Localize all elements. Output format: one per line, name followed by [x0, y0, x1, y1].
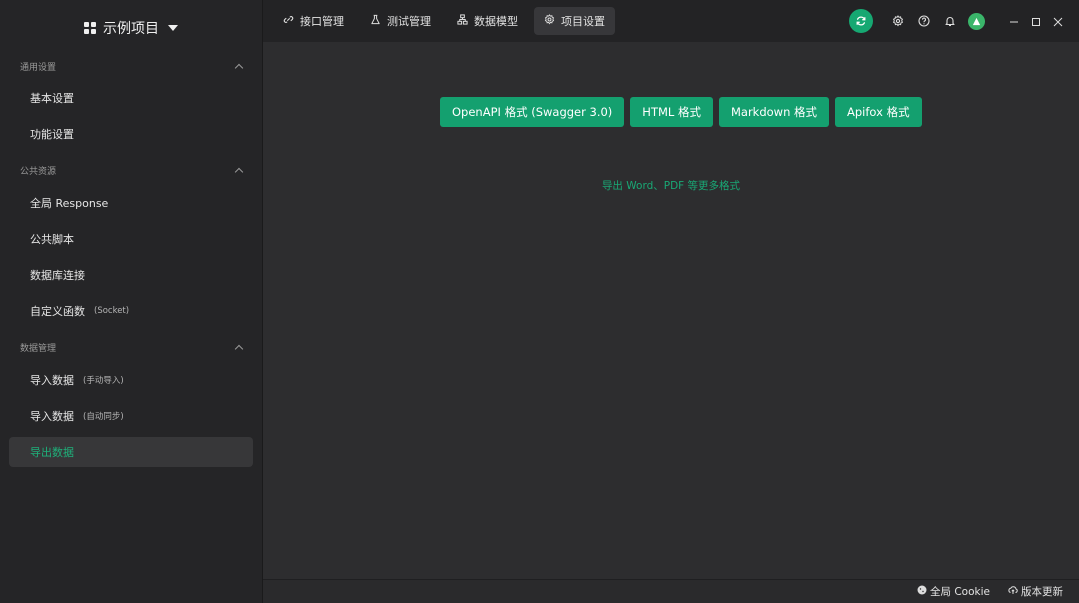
group-title: 公共资源	[20, 164, 56, 177]
sidebar-item-basic-settings[interactable]: 基本设置	[9, 83, 253, 113]
minimize-button[interactable]	[1003, 8, 1025, 34]
export-openapi-button[interactable]: OpenAPI 格式 (Swagger 3.0)	[440, 97, 624, 127]
settings-button[interactable]	[885, 8, 911, 34]
help-icon	[918, 12, 930, 31]
sidebar-item-label: 导入数据	[30, 372, 74, 388]
sidebar-item-export-data[interactable]: 导出数据	[9, 437, 253, 467]
sync-button[interactable]	[849, 9, 873, 33]
chevron-up-icon	[235, 167, 243, 175]
tab-test-management[interactable]: 测试管理	[360, 7, 441, 35]
sidebar-item-label: 数据库连接	[30, 267, 85, 283]
maximize-button[interactable]	[1025, 8, 1047, 34]
group-header-public-resources[interactable]: 公共资源	[0, 159, 262, 181]
export-format-buttons: OpenAPI 格式 (Swagger 3.0) HTML 格式 Markdow…	[440, 97, 922, 127]
sidebar-item-label: 基本设置	[30, 90, 74, 106]
notifications-button[interactable]	[937, 8, 963, 34]
sidebar-item-hint: (自动同步)	[83, 410, 124, 422]
tab-label: 接口管理	[300, 13, 344, 29]
tab-label: 数据模型	[474, 13, 518, 29]
grid-icon	[84, 22, 96, 34]
tab-label: 测试管理	[387, 13, 431, 29]
tab-data-model[interactable]: 数据模型	[447, 7, 528, 35]
gear-icon	[544, 14, 555, 28]
sidebar-item-db-connection[interactable]: 数据库连接	[9, 260, 253, 290]
tab-strip: 接口管理 测试管理 数据模型 项目设置	[263, 7, 615, 35]
close-icon	[1053, 12, 1063, 31]
caret-down-icon	[168, 25, 178, 31]
project-name: 示例项目	[103, 18, 159, 38]
group-header-data-management[interactable]: 数据管理	[0, 336, 262, 358]
main-content: OpenAPI 格式 (Swagger 3.0) HTML 格式 Markdow…	[263, 42, 1079, 579]
global-cookie-button[interactable]: 全局 Cookie	[917, 584, 990, 599]
group-header-general[interactable]: 通用设置	[0, 55, 262, 77]
tab-project-settings[interactable]: 项目设置	[534, 7, 615, 35]
sidebar-item-label: 导出数据	[30, 444, 74, 460]
update-label: 版本更新	[1021, 584, 1063, 599]
avatar[interactable]	[968, 13, 985, 30]
more-formats-link[interactable]: 导出 Word、PDF 等更多格式	[263, 178, 1079, 193]
update-icon	[1008, 585, 1018, 598]
tab-label: 项目设置	[561, 13, 605, 29]
minimize-icon	[1009, 12, 1019, 31]
sidebar-item-label: 功能设置	[30, 126, 74, 142]
sidebar-item-global-response[interactable]: 全局 Response	[9, 188, 253, 218]
project-selector[interactable]: 示例项目	[0, 0, 262, 55]
tab-api-management[interactable]: 接口管理	[273, 7, 354, 35]
cookie-icon	[917, 585, 927, 598]
bell-icon	[944, 12, 956, 31]
version-update-button[interactable]: 版本更新	[1008, 584, 1063, 599]
group-title: 通用设置	[20, 60, 56, 73]
sidebar-item-label: 公共脚本	[30, 231, 74, 247]
group-title: 数据管理	[20, 341, 56, 354]
help-button[interactable]	[911, 8, 937, 34]
sidebar-item-hint: (Socket)	[94, 306, 129, 316]
chevron-up-icon	[235, 344, 243, 352]
sidebar-item-feature-settings[interactable]: 功能设置	[9, 119, 253, 149]
sidebar-item-public-scripts[interactable]: 公共脚本	[9, 224, 253, 254]
sidebar-item-label: 全局 Response	[30, 195, 108, 211]
sidebar-item-import-manual[interactable]: 导入数据 (手动导入)	[9, 365, 253, 395]
sidebar-item-custom-functions[interactable]: 自定义函数 (Socket)	[9, 296, 253, 326]
export-apifox-button[interactable]: Apifox 格式	[835, 97, 922, 127]
sync-icon	[855, 12, 867, 31]
flask-icon	[370, 14, 381, 28]
top-actions	[849, 0, 1069, 42]
app-window: 示例项目 通用设置 基本设置 功能设置 公共资源 全局 Response 公共脚…	[0, 0, 1079, 603]
export-markdown-button[interactable]: Markdown 格式	[719, 97, 829, 127]
status-bar: 全局 Cookie 版本更新	[263, 579, 1079, 603]
top-bar: 接口管理 测试管理 数据模型 项目设置	[263, 0, 1079, 42]
sidebar-item-hint: (手动导入)	[83, 374, 124, 386]
user-avatar-icon	[971, 12, 982, 31]
gear-icon	[892, 12, 904, 31]
chevron-up-icon	[235, 63, 243, 71]
sidebar-item-label: 导入数据	[30, 408, 74, 424]
sidebar: 示例项目 通用设置 基本设置 功能设置 公共资源 全局 Response 公共脚…	[0, 0, 263, 603]
model-icon	[457, 14, 468, 28]
export-html-button[interactable]: HTML 格式	[630, 97, 713, 127]
sidebar-item-label: 自定义函数	[30, 303, 85, 319]
maximize-icon	[1031, 12, 1041, 31]
cookie-label: 全局 Cookie	[930, 584, 990, 599]
link-icon	[283, 14, 294, 28]
close-button[interactable]	[1047, 8, 1069, 34]
sidebar-item-import-auto-sync[interactable]: 导入数据 (自动同步)	[9, 401, 253, 431]
